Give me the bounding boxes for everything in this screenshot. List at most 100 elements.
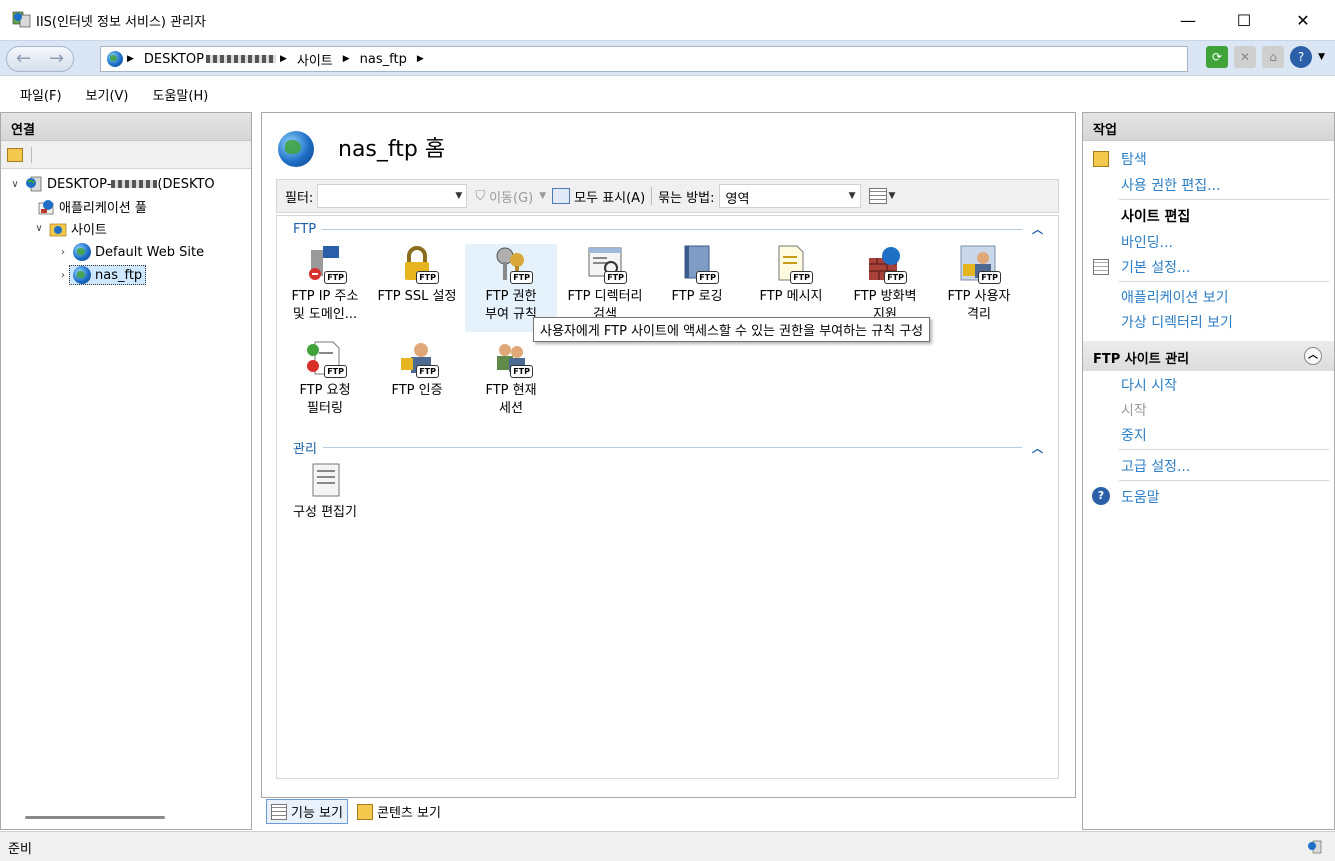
tab-features-view[interactable]: 기능 보기 <box>266 799 348 824</box>
breadcrumb-separator-icon[interactable]: ▶ <box>417 54 424 64</box>
redacted-block <box>205 55 276 63</box>
features-list: FTP ︿ FTP FTP IP 주소 및 도메인... FTP FTP SSL … <box>276 215 1059 779</box>
stop-icon[interactable]: ✕ <box>1234 46 1257 68</box>
tab-content-view[interactable]: 콘텐츠 보기 <box>352 799 446 824</box>
filter-input[interactable]: ▼ <box>317 184 468 208</box>
advanced-settings-link[interactable]: 고급 설정... <box>1121 456 1190 476</box>
menu-view[interactable]: 보기(V) <box>78 81 137 108</box>
horizontal-scrollbar[interactable] <box>25 816 165 819</box>
connect-icon[interactable] <box>7 147 23 162</box>
tree-default-site-node[interactable]: › Default Web Site <box>57 243 204 261</box>
message-document-icon: FTP <box>771 244 813 284</box>
feature-ftp-current-sessions[interactable]: FTP FTP 현재 세션 <box>465 338 557 422</box>
feature-ftp-messages[interactable]: FTP FTP 메시지 <box>745 244 837 328</box>
group-by-dropdown-icon[interactable]: ▼ <box>849 191 856 201</box>
actions-header: 작업 <box>1083 113 1334 141</box>
menu-help[interactable]: 도움말(H) <box>145 81 217 108</box>
tab-label: 기능 보기 <box>291 806 343 821</box>
selected-site-node[interactable]: nas_ftp <box>69 265 147 285</box>
expand-chevron-icon[interactable]: › <box>57 270 69 281</box>
edit-permissions-link[interactable]: 사용 권한 편집... <box>1121 175 1221 195</box>
window-title: IIS(인터넷 정보 서비스) 관리자 <box>36 15 207 30</box>
help-dropdown-icon[interactable]: ▼ <box>1318 52 1325 62</box>
collapse-up-icon[interactable]: ︿ <box>1032 221 1043 237</box>
collapse-chevron-icon[interactable]: ∨ <box>9 179 21 190</box>
minimize-button[interactable]: — <box>1165 0 1211 40</box>
collapse-section-icon[interactable]: ︿ <box>1304 347 1322 365</box>
tree-server-node[interactable]: ∨ DESKTOP- (DESKTO <box>9 175 214 193</box>
refresh-icon[interactable]: ⟳ <box>1206 46 1229 68</box>
bindings-link[interactable]: 바인딩... <box>1121 232 1173 252</box>
collapse-chevron-icon[interactable]: ∨ <box>33 223 45 234</box>
actions-panel: 작업 탐색 사용 권한 편집... 사이트 편집 바인딩... 기본 설정...… <box>1082 112 1335 830</box>
ftp-manage-section-header[interactable]: FTP 사이트 관리 ︿ <box>1083 341 1334 371</box>
address-bar[interactable]: ▶ DESKTOP ▶ 사이트 ▶ nas_ftp ▶ <box>100 46 1188 72</box>
view-virtual-dirs-link[interactable]: 가상 디렉터리 보기 <box>1121 312 1233 332</box>
basic-settings-link[interactable]: 기본 설정... <box>1121 257 1190 277</box>
toolbar-divider <box>651 187 653 205</box>
forward-arrow-icon[interactable]: → <box>40 47 73 71</box>
user-isolation-icon: FTP <box>959 244 1001 284</box>
stop-link[interactable]: 중지 <box>1121 425 1147 445</box>
restart-link[interactable]: 다시 시작 <box>1121 375 1177 395</box>
show-all-icon <box>552 188 571 204</box>
tree-sites-node[interactable]: ∨ 사이트 <box>33 219 107 238</box>
filter-dropdown-icon[interactable]: ▼ <box>455 191 462 201</box>
app-pool-icon <box>37 198 55 216</box>
collapse-up-icon[interactable]: ︿ <box>1032 440 1043 456</box>
feature-ftp-directory-browsing[interactable]: FTP FTP 디렉터리 검색 <box>559 244 651 328</box>
breadcrumb-separator-icon[interactable]: ▶ <box>343 54 350 64</box>
view-mode-icon[interactable] <box>868 188 887 204</box>
maximize-button[interactable]: ☐ <box>1221 0 1267 40</box>
website-globe-icon <box>73 243 91 261</box>
nav-buttons: ← → <box>6 46 74 72</box>
expand-chevron-icon[interactable]: › <box>57 247 69 258</box>
tab-label: 콘텐츠 보기 <box>376 806 441 821</box>
default-site-label: Default Web Site <box>95 244 205 260</box>
group-by-select[interactable]: 영역 ▼ <box>718 184 861 208</box>
breadcrumb-separator-icon[interactable]: ▶ <box>280 54 287 64</box>
go-dropdown-icon[interactable]: ▼ <box>539 191 546 201</box>
tree-app-pools-node[interactable]: 애플리케이션 풀 <box>33 197 147 216</box>
close-button[interactable]: ✕ <box>1280 0 1326 40</box>
explore-link[interactable]: 탐색 <box>1121 149 1147 169</box>
feature-ftp-firewall-support[interactable]: FTP FTP 방화벽 지원 <box>839 244 931 328</box>
show-all-button[interactable]: 모두 표시(A) <box>574 187 645 206</box>
ftp-site-globe-icon <box>73 266 91 284</box>
page-title: nas_ftp 홈 <box>338 137 446 162</box>
server-label: DESKTOP- <box>47 176 112 192</box>
breadcrumb-nas-ftp[interactable]: nas_ftp <box>360 52 407 67</box>
feature-ftp-authentication[interactable]: FTP FTP 인증 <box>371 338 463 422</box>
status-bar: 준비 <box>0 831 1335 861</box>
group-header-management[interactable]: 관리 ︿ <box>293 438 1043 458</box>
help-link[interactable]: 도움말 <box>1121 487 1160 507</box>
breadcrumb-server[interactable]: DESKTOP <box>144 52 204 67</box>
breadcrumb-sites[interactable]: 사이트 <box>297 50 333 69</box>
group-header-ftp[interactable]: FTP ︿ <box>293 221 1043 237</box>
features-pane: nas_ftp 홈 필터: ▼ ⛉ 이동(G) ▼ 모두 표시(A) 묶는 방법… <box>261 112 1076 798</box>
go-button[interactable]: 이동(G) <box>489 187 533 206</box>
config-editor-icon <box>305 460 345 500</box>
help-icon[interactable]: ? <box>1290 46 1313 68</box>
feature-ftp-request-filtering[interactable]: FTP FTP 요청 필터링 <box>279 338 371 422</box>
feature-configuration-editor[interactable]: 구성 편집기 <box>279 460 371 530</box>
explore-icon <box>1093 151 1109 167</box>
connections-panel: 연결 ∨ DESKTOP- (DESKTO 애플리케이션 풀 ∨ 사이트 › D… <box>0 112 252 830</box>
breadcrumb-separator-icon[interactable]: ▶ <box>127 54 134 64</box>
tree-nas-ftp-node[interactable]: › nas_ftp <box>57 265 147 285</box>
users-icon: FTP <box>491 338 533 378</box>
feature-ftp-user-isolation[interactable]: FTP FTP 사용자 격리 <box>933 244 1025 328</box>
feature-ftp-ssl-settings[interactable]: FTP FTP SSL 설정 <box>371 244 463 328</box>
app-pools-label: 애플리케이션 풀 <box>59 201 147 216</box>
feature-ftp-logging[interactable]: FTP FTP 로깅 <box>651 244 743 328</box>
connections-toolbar <box>1 141 251 169</box>
back-arrow-icon[interactable]: ← <box>7 47 40 71</box>
view-applications-link[interactable]: 애플리케이션 보기 <box>1121 287 1229 307</box>
home-icon[interactable]: ⌂ <box>1262 46 1285 68</box>
site-edit-title: 사이트 편집 <box>1121 209 1191 225</box>
site-home-globe-icon <box>278 131 314 167</box>
feature-ftp-ip-restrictions[interactable]: FTP FTP IP 주소 및 도메인... <box>279 244 371 328</box>
divider <box>1119 480 1329 481</box>
view-mode-dropdown-icon[interactable]: ▼ <box>889 191 896 201</box>
menu-file[interactable]: 파일(F) <box>12 81 70 108</box>
